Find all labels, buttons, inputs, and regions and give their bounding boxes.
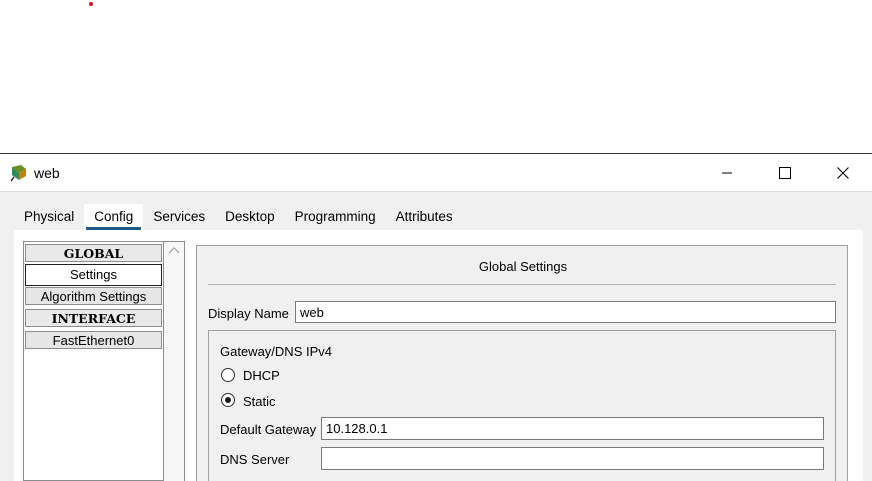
static-radio[interactable] (221, 393, 235, 407)
default-gateway-input[interactable] (321, 417, 824, 440)
packet-tracer-server-icon (10, 165, 26, 182)
dhcp-radio[interactable] (221, 368, 235, 382)
gateway-dns-group: Gateway/DNS IPv4 DHCP Static Default Gat… (208, 330, 836, 481)
sidebar-header-global: GLOBAL (25, 244, 162, 262)
maximize-icon (779, 166, 791, 179)
sidebar-item-settings[interactable]: Settings (25, 264, 162, 286)
tab-services[interactable]: Services (143, 204, 215, 230)
gateway-group-title: Gateway/DNS IPv4 (220, 344, 332, 359)
tab-programming[interactable]: Programming (285, 204, 386, 230)
minimize-icon (722, 172, 732, 173)
device-window: web Physical Config Services Desktop Pro… (0, 153, 872, 481)
tab-physical[interactable]: Physical (14, 204, 84, 230)
panel-title: Global Settings (478, 259, 568, 274)
window-title: web (34, 165, 60, 181)
tab-desktop[interactable]: Desktop (215, 204, 285, 230)
sidebar-item-fastethernet0[interactable]: FastEthernet0 (25, 331, 162, 349)
static-label[interactable]: Static (243, 394, 276, 409)
minimize-button[interactable] (698, 154, 756, 191)
maximize-button[interactable] (756, 154, 814, 191)
tab-attributes[interactable]: Attributes (386, 204, 463, 230)
default-gateway-label: Default Gateway (220, 422, 317, 437)
display-name-label: Display Name (208, 306, 289, 321)
close-button[interactable] (814, 154, 872, 191)
scroll-up-icon[interactable] (168, 245, 180, 255)
panel-divider (208, 284, 836, 285)
sidebar-item-algorithm-settings[interactable]: Algorithm Settings (25, 287, 162, 305)
dns-server-input[interactable] (321, 447, 824, 470)
display-name-input[interactable] (295, 301, 836, 323)
marker-dot (89, 2, 93, 6)
close-icon (837, 166, 849, 179)
sidebar-scrollbar[interactable] (164, 242, 184, 481)
dns-server-label: DNS Server (220, 452, 290, 467)
config-sidebar: GLOBAL Settings Algorithm Settings INTER… (23, 241, 185, 481)
tab-config[interactable]: Config (84, 204, 144, 230)
tab-bar: Physical Config Services Desktop Program… (14, 204, 463, 230)
sidebar-header-interface: INTERFACE (25, 309, 162, 327)
dhcp-label[interactable]: DHCP (243, 368, 280, 383)
global-settings-panel: Global Settings Display Name Gateway/DNS… (196, 245, 848, 481)
title-bar[interactable]: web (0, 154, 872, 192)
